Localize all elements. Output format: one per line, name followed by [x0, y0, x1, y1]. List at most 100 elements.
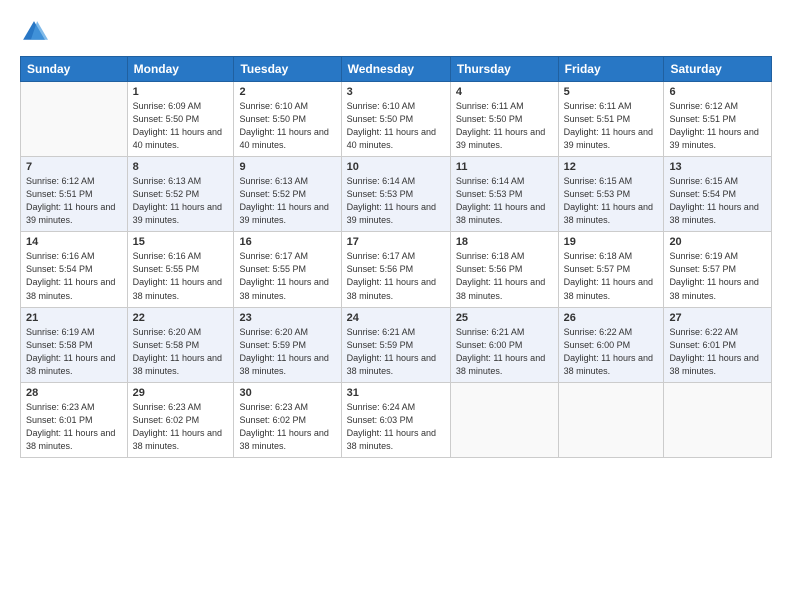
calendar-cell	[664, 382, 772, 457]
day-number: 14	[26, 236, 122, 248]
day-number: 2	[239, 86, 335, 98]
calendar-cell: 18 Sunrise: 6:18 AM Sunset: 5:56 PM Dayli…	[450, 232, 558, 307]
week-row-4: 21 Sunrise: 6:19 AM Sunset: 5:58 PM Dayli…	[21, 307, 772, 382]
calendar-cell: 9 Sunrise: 6:13 AM Sunset: 5:52 PM Daylig…	[234, 157, 341, 232]
day-number: 29	[133, 387, 229, 399]
day-number: 28	[26, 387, 122, 399]
page: SundayMondayTuesdayWednesdayThursdayFrid…	[0, 0, 792, 612]
calendar-cell: 11 Sunrise: 6:14 AM Sunset: 5:53 PM Dayli…	[450, 157, 558, 232]
calendar-cell: 29 Sunrise: 6:23 AM Sunset: 6:02 PM Dayli…	[127, 382, 234, 457]
col-header-friday: Friday	[558, 57, 664, 82]
cell-info: Sunrise: 6:18 AM Sunset: 5:57 PM Dayligh…	[564, 250, 659, 302]
logo-icon	[20, 18, 48, 46]
calendar-cell: 26 Sunrise: 6:22 AM Sunset: 6:00 PM Dayli…	[558, 307, 664, 382]
day-number: 15	[133, 236, 229, 248]
calendar-cell: 24 Sunrise: 6:21 AM Sunset: 5:59 PM Dayli…	[341, 307, 450, 382]
calendar-cell: 14 Sunrise: 6:16 AM Sunset: 5:54 PM Dayli…	[21, 232, 128, 307]
day-number: 4	[456, 86, 553, 98]
day-number: 10	[347, 161, 445, 173]
week-row-2: 7Sunrise: 6:12 AM Sunset: 5:51 PM Daylig…	[21, 157, 772, 232]
calendar-cell: 7Sunrise: 6:12 AM Sunset: 5:51 PM Daylig…	[21, 157, 128, 232]
calendar-cell: 30Sunrise: 6:23 AM Sunset: 6:02 PM Dayli…	[234, 382, 341, 457]
cell-info: Sunrise: 6:22 AM Sunset: 6:00 PM Dayligh…	[564, 326, 659, 378]
cell-info: Sunrise: 6:18 AM Sunset: 5:56 PM Dayligh…	[456, 250, 553, 302]
calendar-cell: 25 Sunrise: 6:21 AM Sunset: 6:00 PM Dayli…	[450, 307, 558, 382]
day-number: 3	[347, 86, 445, 98]
col-header-wednesday: Wednesday	[341, 57, 450, 82]
day-number: 18	[456, 236, 553, 248]
cell-info: Sunrise: 6:22 AM Sunset: 6:01 PM Dayligh…	[669, 326, 766, 378]
calendar-cell: 6Sunrise: 6:12 AM Sunset: 5:51 PM Daylig…	[664, 82, 772, 157]
cell-info: Sunrise: 6:12 AM Sunset: 5:51 PM Dayligh…	[669, 100, 766, 152]
cell-info: Sunrise: 6:19 AM Sunset: 5:57 PM Dayligh…	[669, 250, 766, 302]
calendar-cell: 15 Sunrise: 6:16 AM Sunset: 5:55 PM Dayli…	[127, 232, 234, 307]
cell-info: Sunrise: 6:16 AM Sunset: 5:54 PM Dayligh…	[26, 250, 122, 302]
day-number: 24	[347, 312, 445, 324]
day-number: 25	[456, 312, 553, 324]
cell-info: Sunrise: 6:13 AM Sunset: 5:52 PM Dayligh…	[239, 175, 335, 227]
calendar-cell: 10 Sunrise: 6:14 AM Sunset: 5:53 PM Dayli…	[341, 157, 450, 232]
calendar-header-row: SundayMondayTuesdayWednesdayThursdayFrid…	[21, 57, 772, 82]
day-number: 13	[669, 161, 766, 173]
calendar-table: SundayMondayTuesdayWednesdayThursdayFrid…	[20, 56, 772, 458]
calendar-cell: 8 Sunrise: 6:13 AM Sunset: 5:52 PM Daylig…	[127, 157, 234, 232]
day-number: 11	[456, 161, 553, 173]
calendar-cell: 20 Sunrise: 6:19 AM Sunset: 5:57 PM Dayli…	[664, 232, 772, 307]
col-header-tuesday: Tuesday	[234, 57, 341, 82]
cell-info: Sunrise: 6:10 AM Sunset: 5:50 PM Dayligh…	[347, 100, 445, 152]
cell-info: Sunrise: 6:14 AM Sunset: 5:53 PM Dayligh…	[347, 175, 445, 227]
day-number: 26	[564, 312, 659, 324]
col-header-saturday: Saturday	[664, 57, 772, 82]
col-header-thursday: Thursday	[450, 57, 558, 82]
calendar-cell: 19 Sunrise: 6:18 AM Sunset: 5:57 PM Dayli…	[558, 232, 664, 307]
cell-info: Sunrise: 6:20 AM Sunset: 5:58 PM Dayligh…	[133, 326, 229, 378]
cell-info: Sunrise: 6:23 AM Sunset: 6:01 PM Dayligh…	[26, 401, 122, 453]
calendar-cell: 2 Sunrise: 6:10 AM Sunset: 5:50 PM Daylig…	[234, 82, 341, 157]
week-row-1: 1Sunrise: 6:09 AM Sunset: 5:50 PM Daylig…	[21, 82, 772, 157]
cell-info: Sunrise: 6:19 AM Sunset: 5:58 PM Dayligh…	[26, 326, 122, 378]
calendar-cell	[450, 382, 558, 457]
week-row-5: 28 Sunrise: 6:23 AM Sunset: 6:01 PM Dayli…	[21, 382, 772, 457]
calendar-cell: 28 Sunrise: 6:23 AM Sunset: 6:01 PM Dayli…	[21, 382, 128, 457]
day-number: 23	[239, 312, 335, 324]
calendar-cell: 12Sunrise: 6:15 AM Sunset: 5:53 PM Dayli…	[558, 157, 664, 232]
day-number: 31	[347, 387, 445, 399]
day-number: 5	[564, 86, 659, 98]
calendar-cell: 21 Sunrise: 6:19 AM Sunset: 5:58 PM Dayli…	[21, 307, 128, 382]
cell-info: Sunrise: 6:12 AM Sunset: 5:51 PM Dayligh…	[26, 175, 122, 227]
day-number: 16	[239, 236, 335, 248]
calendar-cell: 31 Sunrise: 6:24 AM Sunset: 6:03 PM Dayli…	[341, 382, 450, 457]
cell-info: Sunrise: 6:17 AM Sunset: 5:55 PM Dayligh…	[239, 250, 335, 302]
header	[20, 18, 772, 46]
calendar-cell	[21, 82, 128, 157]
cell-info: Sunrise: 6:21 AM Sunset: 5:59 PM Dayligh…	[347, 326, 445, 378]
calendar-cell: 13 Sunrise: 6:15 AM Sunset: 5:54 PM Dayli…	[664, 157, 772, 232]
col-header-sunday: Sunday	[21, 57, 128, 82]
cell-info: Sunrise: 6:14 AM Sunset: 5:53 PM Dayligh…	[456, 175, 553, 227]
cell-info: Sunrise: 6:15 AM Sunset: 5:53 PM Dayligh…	[564, 175, 659, 227]
calendar-cell: 16 Sunrise: 6:17 AM Sunset: 5:55 PM Dayli…	[234, 232, 341, 307]
day-number: 19	[564, 236, 659, 248]
cell-info: Sunrise: 6:11 AM Sunset: 5:51 PM Dayligh…	[564, 100, 659, 152]
col-header-monday: Monday	[127, 57, 234, 82]
cell-info: Sunrise: 6:16 AM Sunset: 5:55 PM Dayligh…	[133, 250, 229, 302]
cell-info: Sunrise: 6:21 AM Sunset: 6:00 PM Dayligh…	[456, 326, 553, 378]
cell-info: Sunrise: 6:23 AM Sunset: 6:02 PM Dayligh…	[239, 401, 335, 453]
week-row-3: 14 Sunrise: 6:16 AM Sunset: 5:54 PM Dayli…	[21, 232, 772, 307]
day-number: 20	[669, 236, 766, 248]
cell-info: Sunrise: 6:17 AM Sunset: 5:56 PM Dayligh…	[347, 250, 445, 302]
day-number: 8	[133, 161, 229, 173]
cell-info: Sunrise: 6:24 AM Sunset: 6:03 PM Dayligh…	[347, 401, 445, 453]
cell-info: Sunrise: 6:15 AM Sunset: 5:54 PM Dayligh…	[669, 175, 766, 227]
cell-info: Sunrise: 6:23 AM Sunset: 6:02 PM Dayligh…	[133, 401, 229, 453]
calendar-cell: 23Sunrise: 6:20 AM Sunset: 5:59 PM Dayli…	[234, 307, 341, 382]
calendar-cell: 5 Sunrise: 6:11 AM Sunset: 5:51 PM Daylig…	[558, 82, 664, 157]
cell-info: Sunrise: 6:13 AM Sunset: 5:52 PM Dayligh…	[133, 175, 229, 227]
cell-info: Sunrise: 6:11 AM Sunset: 5:50 PM Dayligh…	[456, 100, 553, 152]
day-number: 9	[239, 161, 335, 173]
calendar-cell: 3 Sunrise: 6:10 AM Sunset: 5:50 PM Daylig…	[341, 82, 450, 157]
cell-info: Sunrise: 6:10 AM Sunset: 5:50 PM Dayligh…	[239, 100, 335, 152]
calendar-cell: 4 Sunrise: 6:11 AM Sunset: 5:50 PM Daylig…	[450, 82, 558, 157]
day-number: 21	[26, 312, 122, 324]
calendar-cell: 1Sunrise: 6:09 AM Sunset: 5:50 PM Daylig…	[127, 82, 234, 157]
